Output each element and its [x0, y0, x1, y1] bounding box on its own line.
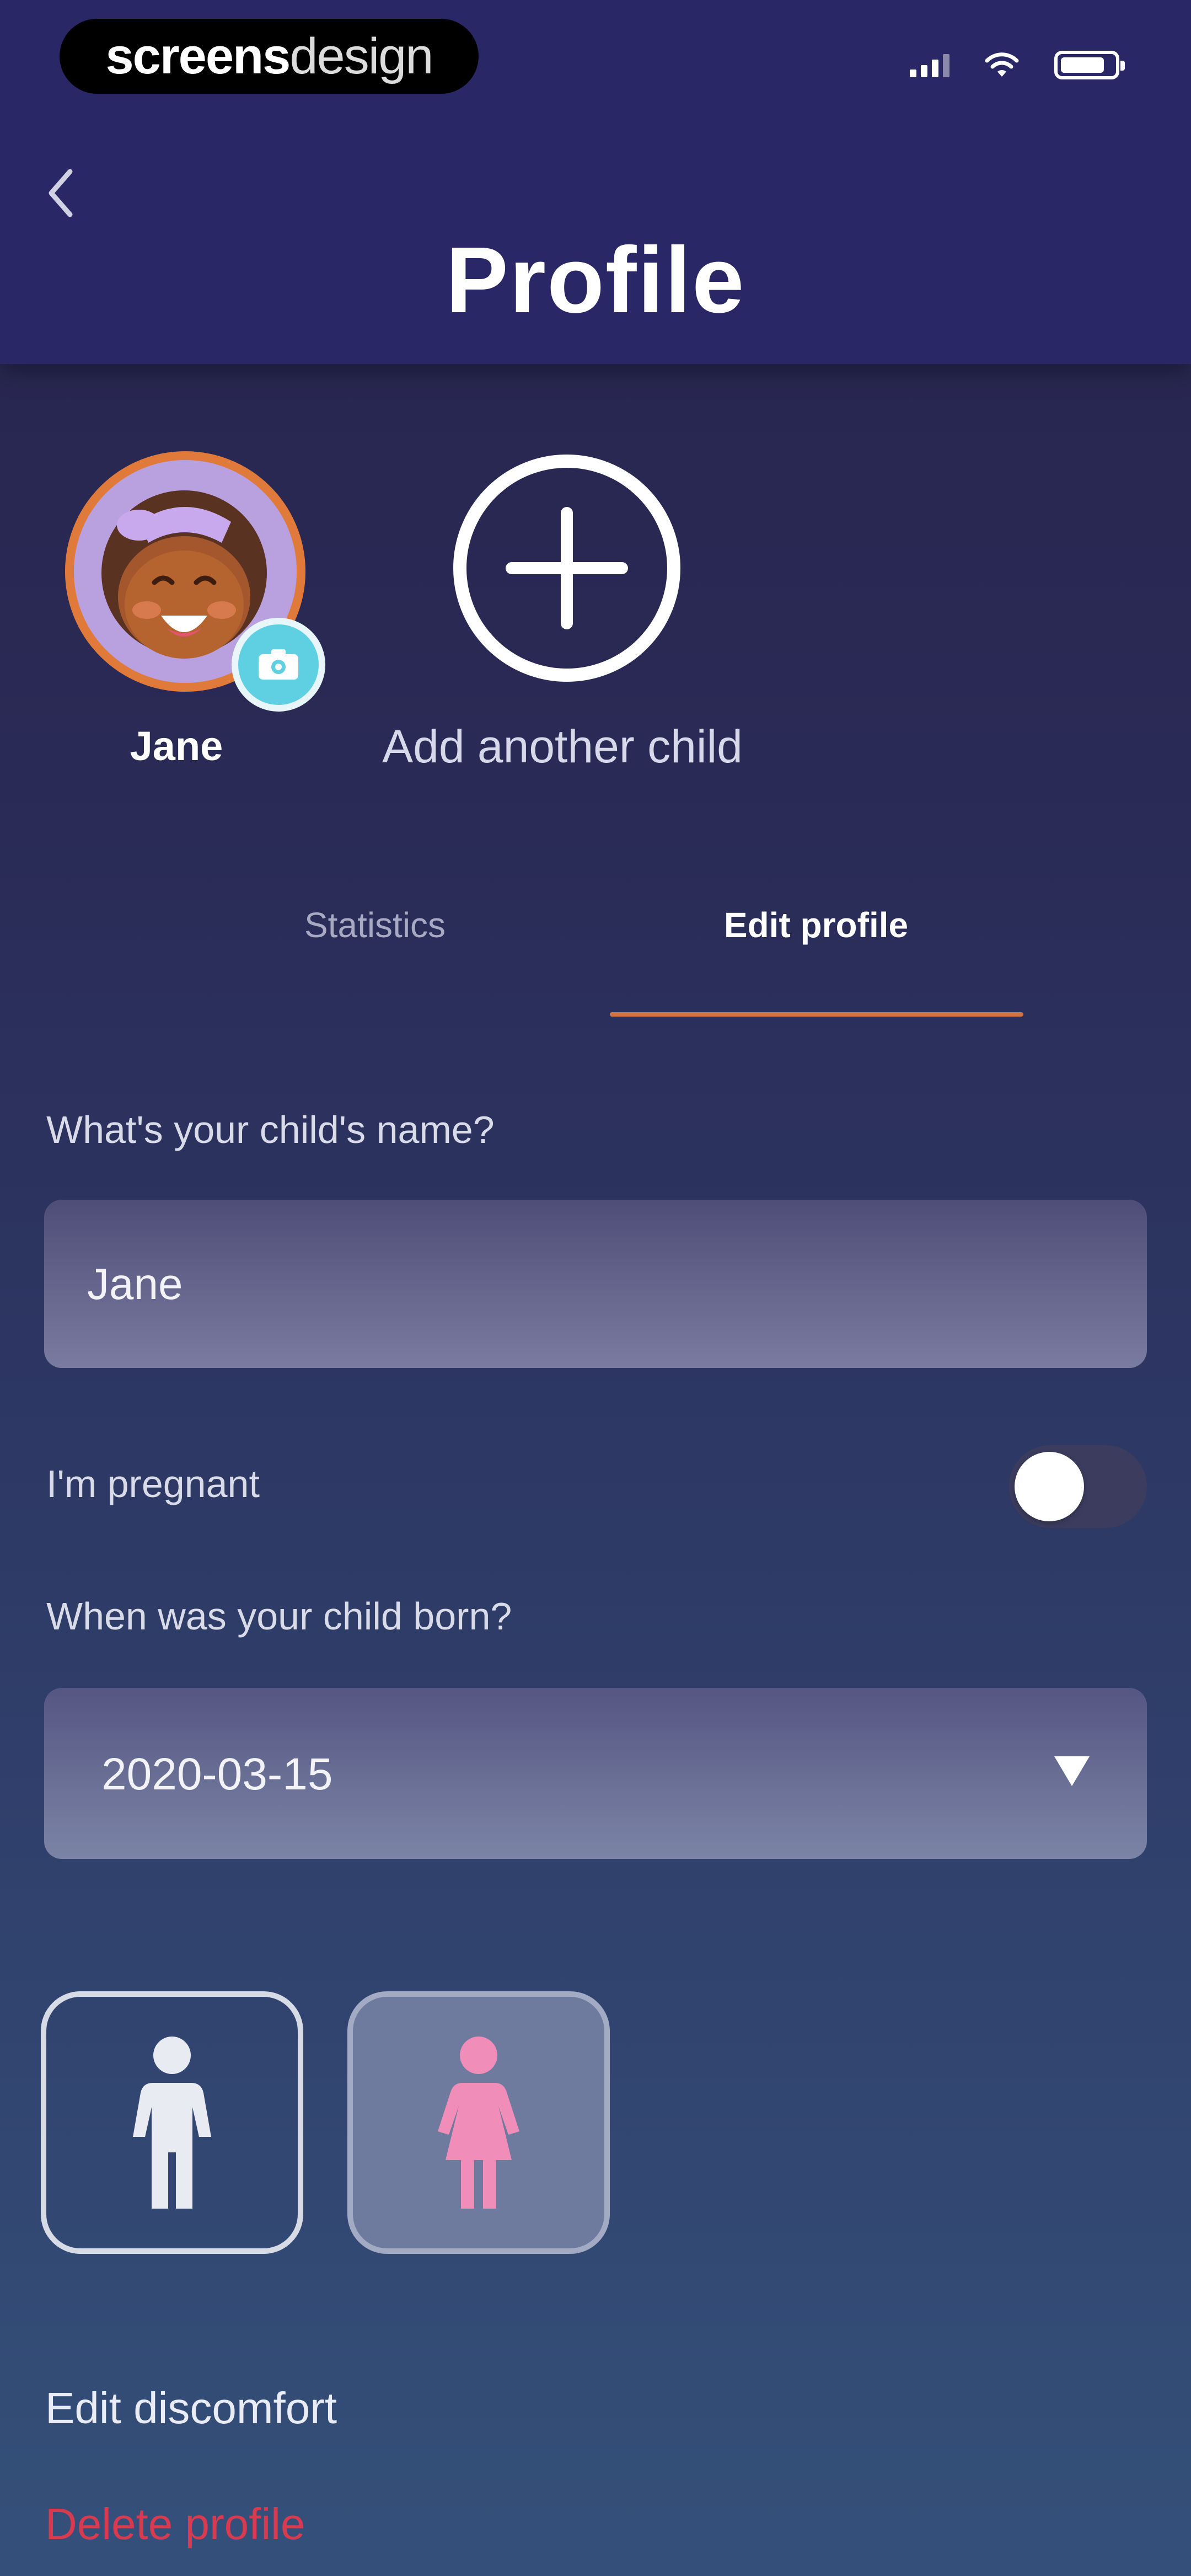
app-header: screens design Profile — [0, 0, 1191, 364]
signal-icon — [910, 53, 949, 77]
boy-icon — [133, 2037, 211, 2209]
pregnant-label: I'm pregnant — [46, 1462, 260, 1505]
plus-icon — [506, 507, 628, 629]
edit-discomfort-link[interactable]: Edit discomfort — [45, 2383, 337, 2434]
child-name-input[interactable] — [44, 1200, 1147, 1368]
gender-boy-option[interactable] — [41, 1991, 303, 2254]
status-bar: screens design — [0, 0, 1191, 110]
girl-icon — [438, 2037, 519, 2209]
child-name-label: Jane — [130, 723, 223, 769]
tab-statistics[interactable]: Statistics — [248, 905, 502, 945]
child-name-field-label: What's your child's name? — [46, 1108, 495, 1151]
add-child-button[interactable] — [452, 453, 682, 683]
caret-down-icon — [1054, 1756, 1090, 1786]
delete-profile-link[interactable]: Delete profile — [45, 2499, 305, 2550]
chevron-left-icon — [49, 169, 73, 217]
active-tab-indicator — [610, 1012, 1023, 1017]
change-photo-button[interactable] — [232, 618, 325, 712]
gender-girl-option[interactable] — [347, 1991, 610, 2254]
add-child-label[interactable]: Add another child — [342, 720, 783, 773]
wifi-icon — [985, 52, 1019, 77]
status-icons — [910, 51, 1125, 79]
birth-date-value: 2020-03-15 — [101, 1749, 333, 1799]
pregnant-toggle[interactable] — [1009, 1445, 1147, 1528]
birth-date-label: When was your child born? — [46, 1595, 512, 1638]
camera-icon — [259, 649, 298, 680]
page-title: Profile — [446, 228, 745, 333]
birth-date-select[interactable]: 2020-03-15 — [44, 1688, 1147, 1859]
toggle-knob — [1015, 1452, 1084, 1521]
tab-edit-profile[interactable]: Edit profile — [612, 905, 1020, 945]
battery-icon — [1054, 51, 1125, 79]
back-button[interactable] — [39, 165, 83, 221]
screensdesign-watermark: screens design — [60, 19, 479, 94]
watermark-bold-text: screens — [105, 28, 291, 84]
watermark-light-text: design — [289, 28, 433, 84]
